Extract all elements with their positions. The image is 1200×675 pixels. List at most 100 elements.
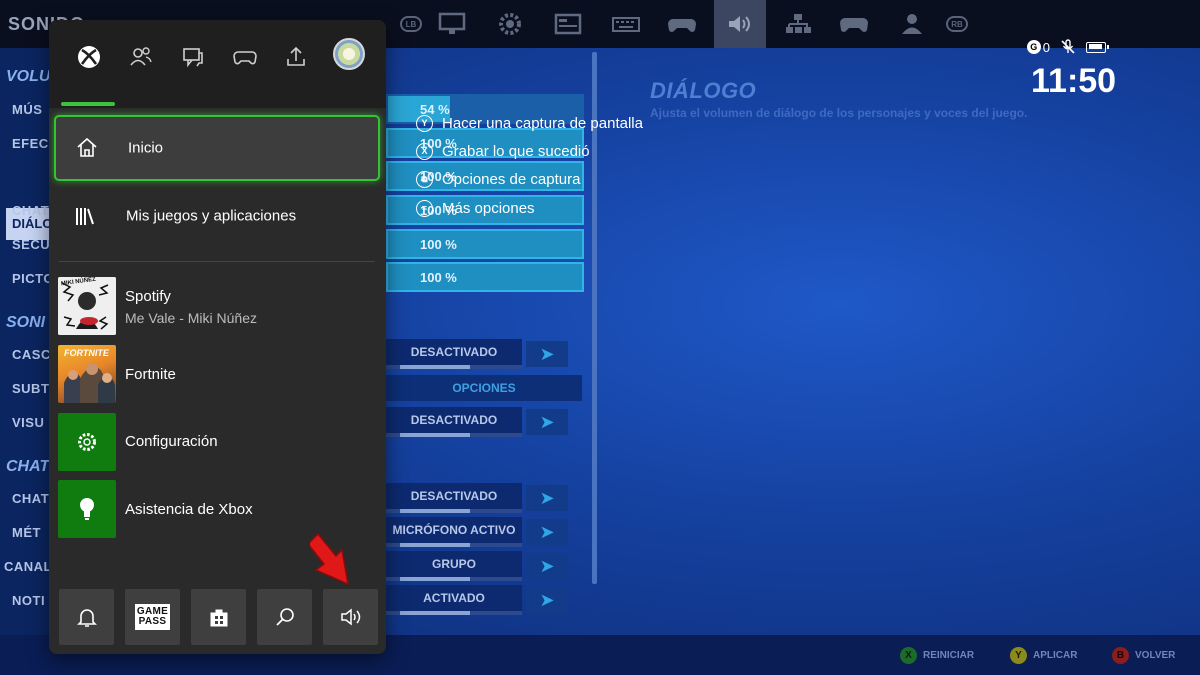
- nav-item-subtitles[interactable]: SUBT: [12, 381, 49, 396]
- store-button[interactable]: [191, 589, 246, 645]
- nav-item-chat[interactable]: CHAT: [12, 491, 49, 506]
- nav-item-headset[interactable]: CASC: [12, 347, 51, 362]
- clock: 11:50: [1031, 62, 1117, 100]
- nav-section-volumes: VOLU: [6, 68, 51, 85]
- option-arrow-icon[interactable]: ➤: [526, 485, 568, 511]
- share-icon[interactable]: [271, 36, 321, 78]
- settings-title[interactable]: Configuración: [125, 433, 218, 450]
- option-arrow-icon[interactable]: ➤: [526, 409, 568, 435]
- volume-bar-picto[interactable]: 100 %: [386, 262, 584, 292]
- people-icon[interactable]: [116, 36, 166, 78]
- option-arrow-icon[interactable]: ➤: [526, 587, 568, 613]
- apply-label: APLICAR: [1033, 650, 1078, 661]
- red-arrow-annotation: [310, 532, 349, 586]
- spotify-album-art[interactable]: MIKI NÚÑEZ: [58, 277, 116, 335]
- gamepad-tab-icon[interactable]: [834, 8, 874, 40]
- gear-icon: [78, 433, 96, 451]
- nav-item-dialogue-label: DIÁLO: [12, 216, 53, 231]
- capture-label: Hacer una captura de pantalla: [442, 114, 643, 132]
- option-value: GRUPO: [386, 551, 522, 581]
- fortnite-tile[interactable]: FORTNITE: [58, 345, 116, 403]
- menu-button-icon: ≡: [416, 199, 433, 217]
- nav-item-method[interactable]: MÉT: [12, 525, 41, 540]
- mic-muted-icon: [1061, 39, 1075, 54]
- spotify-title[interactable]: Spotify: [125, 288, 171, 305]
- option-value: DESACTIVADO: [386, 483, 522, 513]
- xbox-support-tile[interactable]: [58, 480, 116, 538]
- game-pass-line2: PASS: [138, 616, 167, 627]
- detail-title: DIÁLOGO: [650, 78, 757, 103]
- nav-item-music[interactable]: MÚS: [12, 102, 42, 117]
- nav-item-effects[interactable]: EFEC: [12, 136, 49, 151]
- gamerscore: G 0: [1026, 39, 1050, 55]
- library-icon: [76, 208, 94, 225]
- hud-tab-icon[interactable]: [548, 8, 588, 40]
- fortnite-title[interactable]: Fortnite: [125, 366, 176, 383]
- audio-tab-icon[interactable]: [714, 0, 766, 48]
- network-tab-icon[interactable]: [778, 8, 818, 40]
- capture-label: Grabar lo que sucedió: [442, 142, 590, 160]
- rb-bumper-icon: RB: [946, 16, 968, 32]
- volume-bar-secondary[interactable]: 100 %: [386, 229, 584, 259]
- chat-icon[interactable]: [168, 36, 218, 78]
- gear-tab-icon[interactable]: [490, 8, 530, 40]
- gamerscore-icon: G: [1026, 40, 1041, 54]
- xbox-icon[interactable]: [64, 36, 114, 78]
- nav-section-chat: CHAT: [6, 458, 50, 475]
- y-button-icon: Y: [416, 114, 433, 132]
- battery-icon: [1086, 41, 1109, 53]
- back-label: VOLVER: [1135, 650, 1176, 661]
- capture-options-item[interactable]: ⧉ Opciones de captura: [416, 166, 643, 194]
- home-menu-item[interactable]: Inicio: [54, 115, 380, 181]
- more-options-item[interactable]: ≡ Más opciones: [416, 194, 643, 222]
- nav-item-chat-volume[interactable]: CHAT: [12, 203, 49, 218]
- nav-item-secondary[interactable]: SECU: [12, 237, 50, 252]
- store-icon: [210, 609, 227, 627]
- option-value: DESACTIVADO: [386, 407, 522, 437]
- system-status: G 0: [1026, 39, 1109, 55]
- controller-icon[interactable]: [220, 36, 270, 78]
- option-arrow-icon[interactable]: ➤: [526, 519, 568, 545]
- keyboard-tab-icon[interactable]: [606, 8, 646, 40]
- monitor-icon[interactable]: [432, 8, 472, 40]
- option-arrow-icon[interactable]: ➤: [526, 341, 568, 367]
- controller-settings-tab-icon[interactable]: [662, 8, 702, 40]
- active-tab-indicator: [61, 102, 115, 106]
- options-button[interactable]: OPCIONES: [386, 375, 582, 401]
- x-button-icon: X: [900, 647, 917, 664]
- detail-description: Ajusta el volumen de diálogo de los pers…: [650, 106, 1028, 120]
- option-value: DESACTIVADO: [386, 339, 522, 369]
- capture-shortcuts: Y Hacer una captura de pantalla X Grabar…: [416, 109, 643, 222]
- game-pass-button[interactable]: GAME PASS: [125, 589, 180, 645]
- nav-item-channel[interactable]: CANAL: [4, 559, 52, 574]
- settings-tile[interactable]: [58, 413, 116, 471]
- capture-label: Opciones de captura: [442, 171, 581, 189]
- apply-button[interactable]: Y APLICAR: [1010, 647, 1077, 664]
- nav-item-visual[interactable]: VISU: [12, 415, 44, 430]
- reset-label: REINICIAR: [923, 650, 975, 661]
- avatar[interactable]: [333, 38, 365, 70]
- capture-screenshot-item[interactable]: Y Hacer una captura de pantalla: [416, 109, 643, 137]
- volume-button[interactable]: [323, 589, 378, 645]
- divider: [59, 261, 375, 262]
- my-games-apps-item[interactable]: Mis juegos y aplicaciones: [49, 186, 386, 246]
- reset-button[interactable]: X REINICIAR: [900, 647, 974, 664]
- option-value: ACTIVADO: [386, 585, 522, 615]
- home-icon: [77, 137, 97, 157]
- bell-icon: [76, 609, 97, 627]
- record-clip-item[interactable]: X Grabar lo que sucedió: [416, 137, 643, 165]
- account-tab-icon[interactable]: [892, 8, 932, 40]
- xbox-support-title[interactable]: Asistencia de Xbox: [125, 501, 253, 518]
- back-button[interactable]: B VOLVER: [1112, 647, 1175, 664]
- gamerscore-value: 0: [1042, 39, 1050, 55]
- nav-item-picto[interactable]: PICTO: [12, 271, 54, 286]
- b-button-icon: B: [1112, 647, 1129, 664]
- notifications-button[interactable]: [59, 589, 114, 645]
- nav-section-sound: SONI: [6, 314, 46, 331]
- nav-item-notifications[interactable]: NOTI: [12, 593, 45, 608]
- y-button-icon: Y: [1010, 647, 1027, 664]
- search-button[interactable]: [257, 589, 312, 645]
- option-arrow-icon[interactable]: ➤: [526, 553, 568, 579]
- lb-bumper-icon: LB: [400, 16, 422, 32]
- lightbulb-icon: [80, 498, 94, 520]
